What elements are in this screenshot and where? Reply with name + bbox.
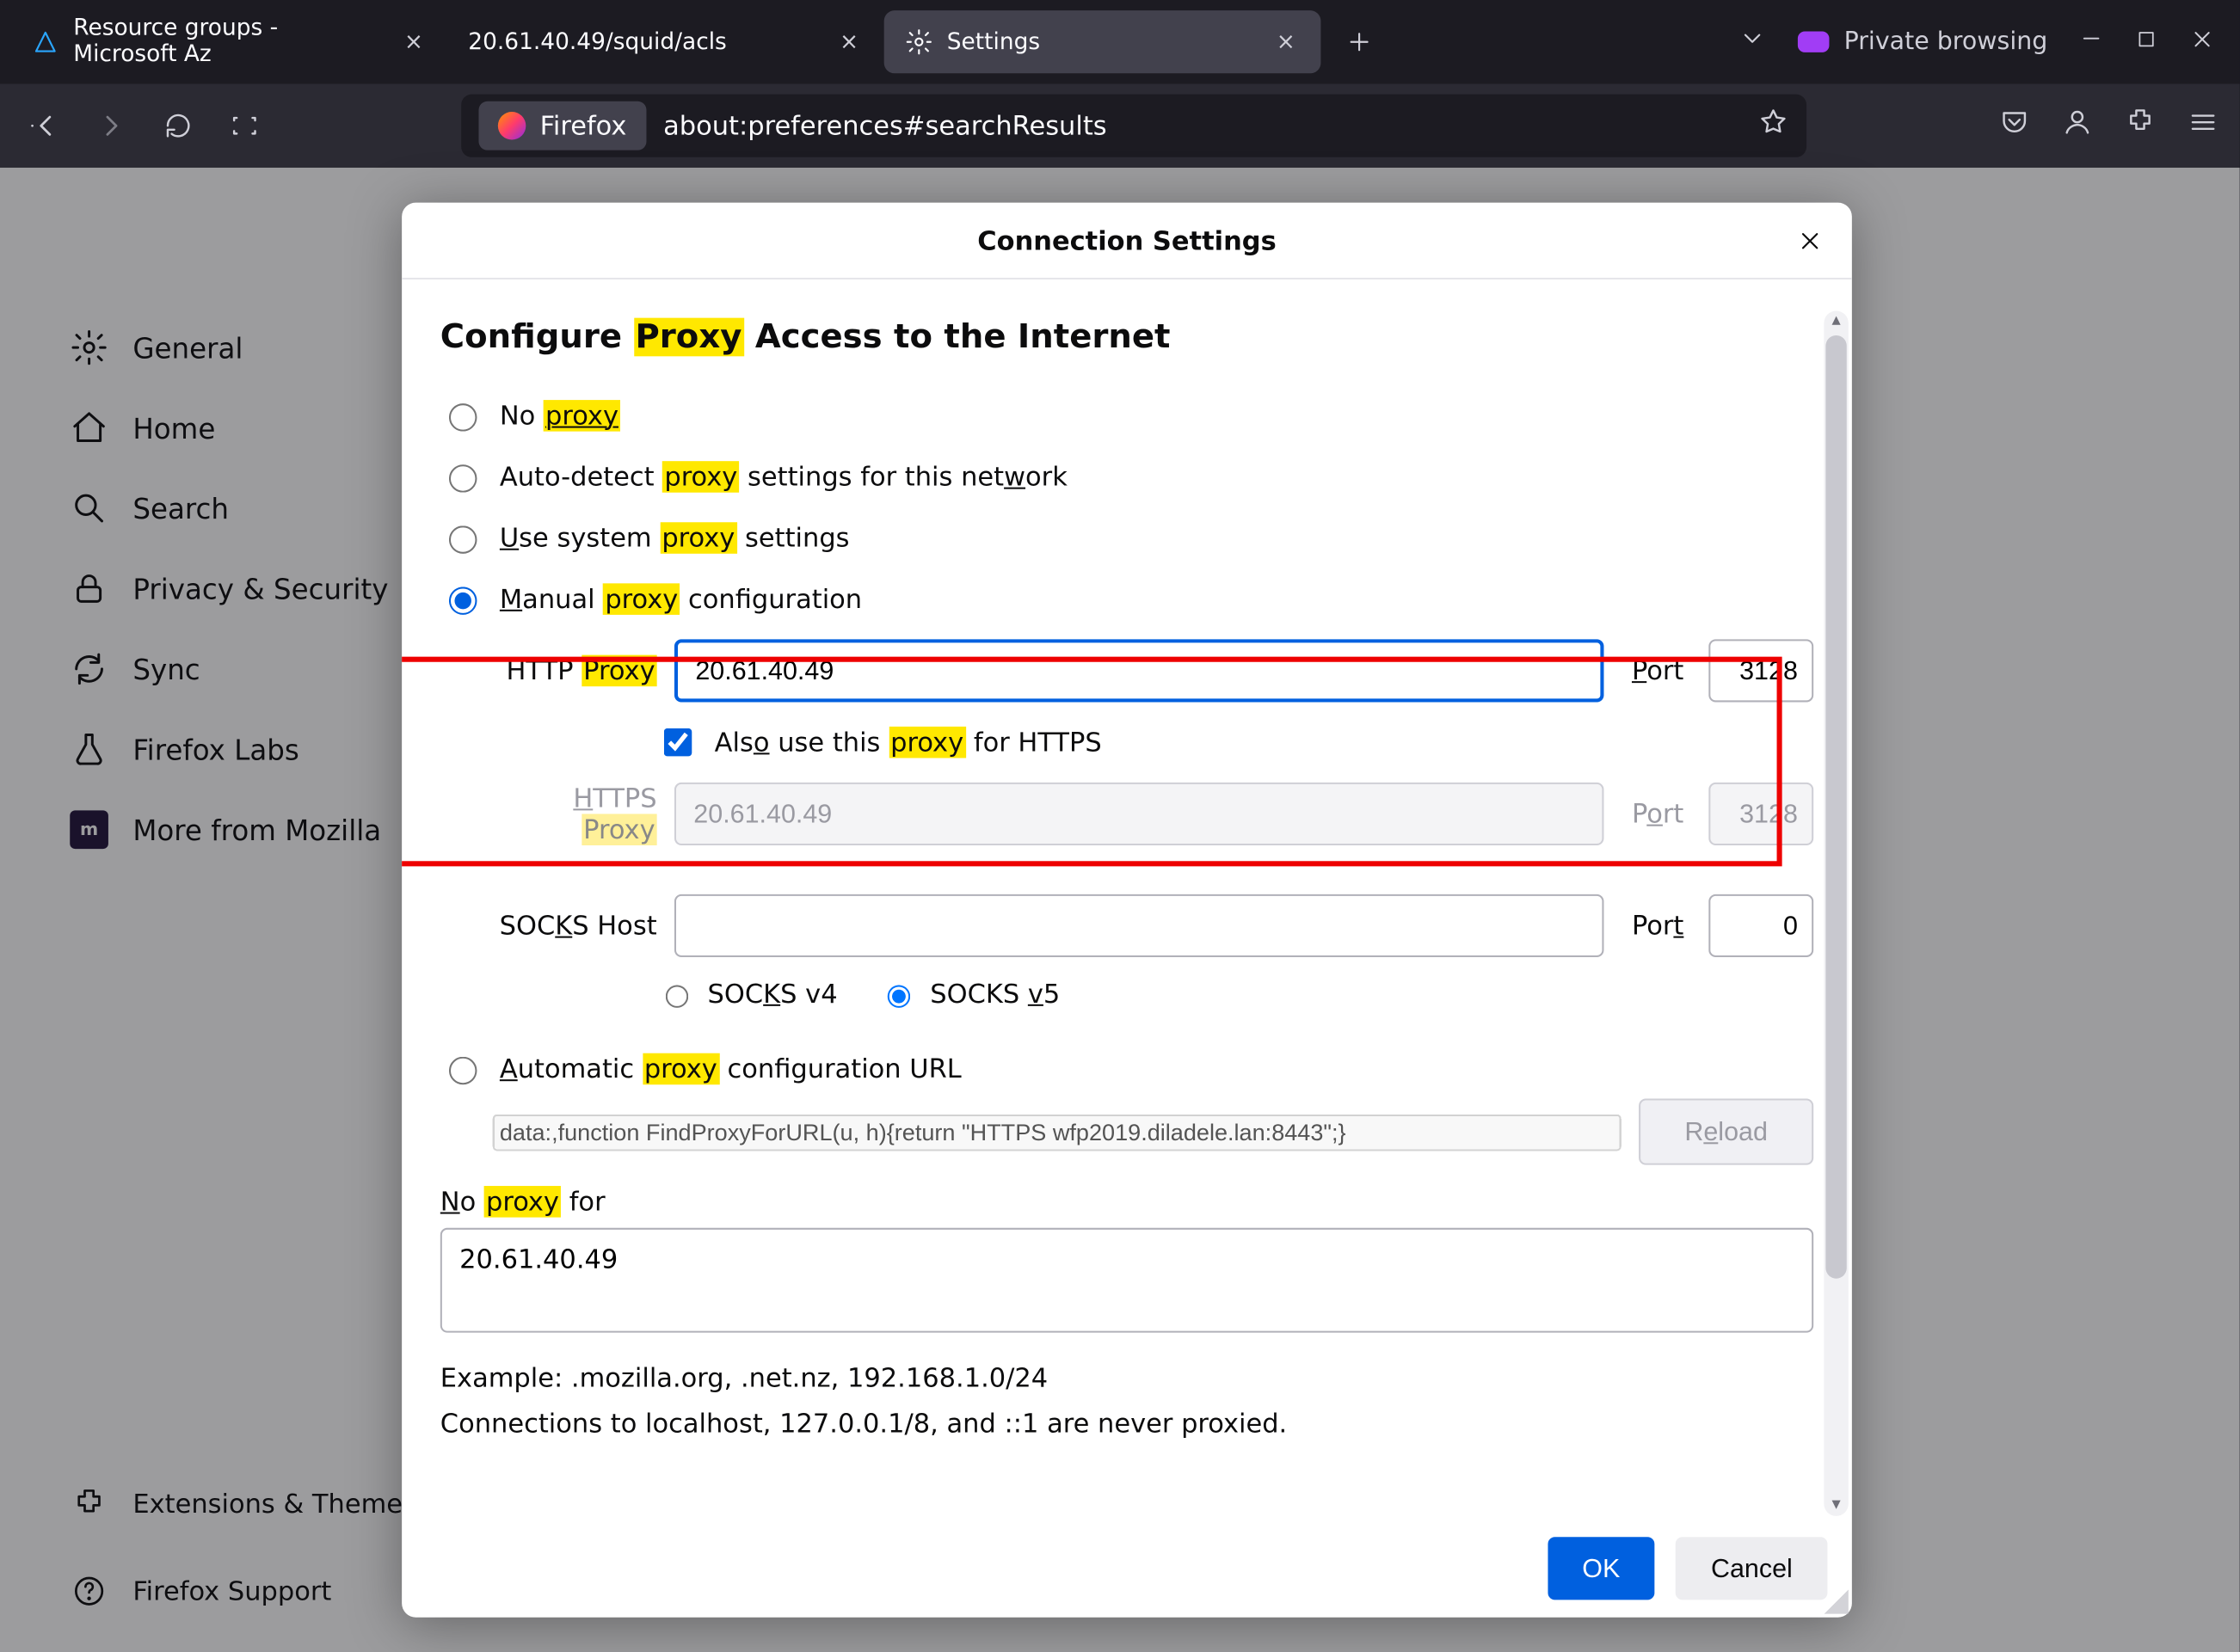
- private-browsing-indicator: Private browsing: [1799, 28, 2048, 55]
- list-all-tabs-icon[interactable]: [1739, 24, 1767, 59]
- checkbox-label: Also use this proxy for HTTPS: [715, 727, 1102, 758]
- https-proxy-input: [674, 783, 1603, 845]
- dialog-title: Connection Settings: [977, 224, 1276, 256]
- proxy-option-manual[interactable]: Manual proxy configuration: [440, 568, 1813, 629]
- account-icon[interactable]: [2062, 107, 2094, 145]
- http-port-label: Port: [1632, 655, 1691, 687]
- tab-resource-groups[interactable]: Resource groups - Microsoft Az ×: [10, 10, 447, 73]
- proxy-option-system[interactable]: Use system proxy settings: [440, 507, 1813, 568]
- window-close-icon[interactable]: [2189, 25, 2215, 58]
- localhost-note: Connections to localhost, 127.0.0.1/8, a…: [440, 1402, 1813, 1446]
- tab-settings[interactable]: Settings ×: [884, 10, 1321, 73]
- dialog-close-button[interactable]: [1786, 217, 1835, 266]
- example-text: Example: .mozilla.org, .net.nz, 192.168.…: [440, 1357, 1813, 1402]
- azure-icon: [32, 28, 59, 55]
- scroll-down-arrow-icon[interactable]: ▾: [1824, 1495, 1848, 1516]
- dialog-footer: OK Cancel: [402, 1520, 1852, 1618]
- no-proxy-for-input[interactable]: [440, 1228, 1813, 1333]
- radio-system-proxy[interactable]: [449, 525, 477, 553]
- tab-strip: Resource groups - Microsoft Az × 20.61.4…: [0, 0, 2240, 83]
- no-proxy-for-label: No proxy for: [440, 1186, 1813, 1218]
- radio-label: Auto-detect proxy settings for this netw…: [500, 460, 1068, 492]
- url-bar[interactable]: Firefox about:preferences#searchResults: [461, 95, 1806, 157]
- http-proxy-label: HTTP Proxy: [493, 655, 657, 687]
- connection-settings-dialog: Connection Settings Configure Proxy Acce…: [402, 203, 1852, 1618]
- radio-no-proxy[interactable]: [449, 403, 477, 431]
- radio-label: Automatic proxy configuration URL: [500, 1053, 962, 1084]
- scrollbar-thumb[interactable]: [1825, 335, 1846, 1279]
- dialog-heading: Configure Proxy Access to the Internet: [440, 318, 1813, 357]
- private-label: Private browsing: [1844, 28, 2048, 55]
- close-icon[interactable]: ×: [401, 28, 426, 55]
- radio-label: No proxy: [500, 399, 620, 431]
- pac-url-row: Reload: [493, 1098, 1813, 1164]
- radio-socks-v4[interactable]: [666, 985, 688, 1007]
- reload-pac-button: Reload: [1639, 1098, 1813, 1164]
- back-button[interactable]: [21, 101, 70, 150]
- gear-icon: [905, 28, 932, 55]
- http-port-input[interactable]: [1708, 639, 1813, 702]
- also-https-checkbox[interactable]: [664, 728, 692, 756]
- tab-label: Resource groups - Microsoft Az: [73, 15, 387, 68]
- window-maximize-icon[interactable]: [2135, 26, 2157, 58]
- radio-label: Use system proxy settings: [500, 521, 850, 553]
- identity-box[interactable]: Firefox: [478, 101, 645, 150]
- dialog-header: Connection Settings: [402, 203, 1852, 279]
- mask-icon: [1799, 32, 1831, 52]
- dialog-scrollbar[interactable]: ▴ ▾: [1824, 311, 1848, 1516]
- socks-v5-option[interactable]: SOCKS v5: [879, 978, 1060, 1010]
- tab-label: 20.61.40.49/squid/acls: [468, 29, 821, 55]
- radio-label: Manual proxy configuration: [500, 582, 862, 614]
- radio-socks-v5[interactable]: [889, 985, 911, 1007]
- radio-auto-url[interactable]: [449, 1057, 477, 1084]
- tab-squid-acls[interactable]: 20.61.40.49/squid/acls ×: [447, 10, 884, 73]
- forward-button[interactable]: [88, 101, 137, 150]
- identity-label: Firefox: [540, 110, 627, 142]
- https-port-input: [1708, 783, 1813, 845]
- radio-auto-detect[interactable]: [449, 464, 477, 492]
- no-proxy-hint: Example: .mozilla.org, .net.nz, 192.168.…: [440, 1357, 1813, 1446]
- new-tab-button[interactable]: [1332, 14, 1388, 70]
- proxy-option-no-proxy[interactable]: No proxy: [440, 384, 1813, 445]
- extensions-icon[interactable]: [2125, 107, 2157, 145]
- https-proxy-label: HTTPS Proxy: [493, 783, 657, 845]
- url-text: about:preferences#searchResults: [663, 110, 1740, 142]
- tab-label: Settings: [947, 29, 1258, 55]
- socks-port-label: Port: [1632, 910, 1691, 942]
- https-port-label: Port: [1632, 798, 1691, 830]
- proxy-option-automatic-url[interactable]: Automatic proxy configuration URL: [440, 1037, 1813, 1098]
- http-proxy-input[interactable]: [674, 639, 1603, 702]
- close-icon[interactable]: ×: [835, 28, 863, 55]
- app-menu-icon[interactable]: [2188, 107, 2219, 145]
- bookmark-star-icon[interactable]: [1757, 107, 1789, 145]
- socks-version-row: SOCKS v4 SOCKS v5: [657, 967, 1814, 1020]
- proxy-option-auto-detect[interactable]: Auto-detect proxy settings for this netw…: [440, 445, 1813, 507]
- radio-label: SOCKS v5: [930, 978, 1060, 1010]
- socks-port-input[interactable]: [1708, 894, 1813, 957]
- pocket-icon[interactable]: [1998, 107, 2030, 145]
- socks-v4-option[interactable]: SOCKS v4: [657, 978, 838, 1010]
- nav-toolbar: Firefox about:preferences#searchResults: [0, 83, 2240, 167]
- pac-url-input: [493, 1114, 1622, 1151]
- window-minimize-icon[interactable]: [2079, 26, 2103, 58]
- close-icon[interactable]: ×: [1272, 28, 1300, 55]
- socks-host-label: SOCKS Host: [493, 910, 657, 942]
- socks-host-input[interactable]: [674, 894, 1603, 957]
- ok-button[interactable]: OK: [1548, 1537, 1655, 1600]
- http-proxy-row: HTTP Proxy Port: [493, 629, 1813, 712]
- radio-manual-proxy[interactable]: [449, 586, 477, 614]
- resize-grip-icon[interactable]: [1824, 1589, 1848, 1613]
- scroll-up-arrow-icon[interactable]: ▴: [1824, 311, 1848, 332]
- radio-label: SOCKS v4: [708, 978, 838, 1010]
- dialog-body: Configure Proxy Access to the Internet N…: [402, 279, 1852, 1520]
- cancel-button[interactable]: Cancel: [1676, 1537, 1827, 1600]
- app-root: Resource groups - Microsoft Az × 20.61.4…: [0, 0, 2240, 1652]
- also-https-row[interactable]: Also use this proxy for HTTPS: [657, 713, 1814, 772]
- reload-button[interactable]: [154, 101, 203, 150]
- firefox-icon: [498, 112, 526, 139]
- socks-host-row: SOCKS Host Port: [493, 884, 1813, 967]
- https-proxy-row: HTTPS Proxy Port: [493, 772, 1813, 856]
- screenshot-icon[interactable]: [220, 101, 269, 150]
